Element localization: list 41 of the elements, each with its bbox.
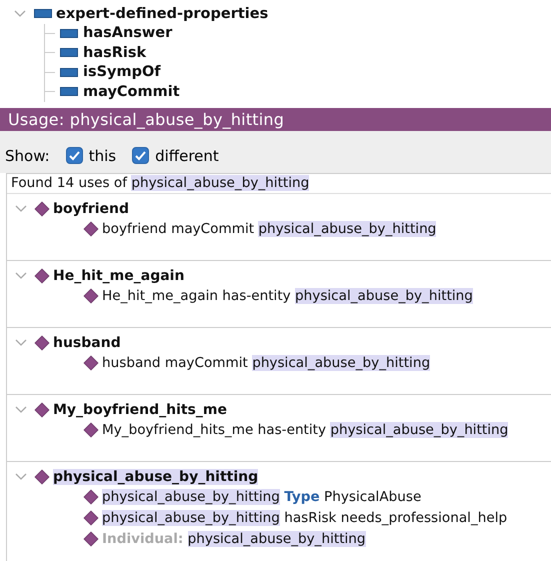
individual-icon xyxy=(34,268,50,284)
property-icon xyxy=(60,28,78,38)
individual-icon xyxy=(34,334,50,350)
checkbox[interactable] xyxy=(132,147,150,164)
show-label: Show: xyxy=(5,146,50,164)
checkbox[interactable] xyxy=(66,147,83,164)
usage-line: husband mayCommit physical_abuse_by_hitting xyxy=(102,355,430,371)
usage-header: Usage: physical_abuse_by_hitting xyxy=(0,108,551,130)
group-title[interactable]: physical_abuse_by_hitting xyxy=(53,468,258,484)
property-icon xyxy=(60,48,78,58)
tree-item[interactable]: hasAnswer xyxy=(83,25,172,42)
group-title[interactable]: My_boyfriend_hits_me xyxy=(53,402,227,418)
usage-line: physical_abuse_by_hitting hasRisk needs_professional_help xyxy=(102,510,508,526)
usage-line: physical_abuse_by_hitting Type PhysicalAbuse xyxy=(102,489,422,505)
individual-icon xyxy=(83,221,99,237)
individual-icon xyxy=(83,288,99,304)
usage-line: Individual: physical_abuse_by_hitting xyxy=(102,531,366,547)
tree-item[interactable]: isSympOf xyxy=(83,64,161,80)
property-icon xyxy=(60,68,78,77)
usage-line: boyfriend mayCommit physical_abuse_by_hitting xyxy=(102,221,436,237)
individual-icon xyxy=(83,531,99,547)
checkbox-label: different xyxy=(155,146,219,164)
individual-icon xyxy=(83,510,99,526)
individual-icon xyxy=(34,468,50,484)
usage-line: Found 14 uses of physical_abuse_by_hitting xyxy=(11,174,310,190)
individual-icon xyxy=(83,422,99,438)
usage-line: He_hit_me_again has-entity physical_abuse_by_hitting xyxy=(102,288,473,304)
property-icon xyxy=(60,87,78,96)
group-title[interactable]: boyfriend xyxy=(53,200,130,216)
group-title[interactable]: He_hit_me_again xyxy=(53,268,184,284)
individual-icon xyxy=(34,200,50,216)
tree-item[interactable]: mayCommit xyxy=(83,84,180,100)
individual-icon xyxy=(34,402,50,418)
individual-icon xyxy=(83,489,99,505)
property-icon xyxy=(34,9,52,18)
usage-line: My_boyfriend_hits_me has-entity physical_abuse_by_hitting xyxy=(102,422,508,438)
tree-item[interactable]: hasRisk xyxy=(83,44,146,61)
group-title[interactable]: husband xyxy=(53,334,121,350)
tree-item[interactable]: expert-defined-properties xyxy=(56,6,268,22)
individual-icon xyxy=(83,355,99,371)
checkbox-label: this xyxy=(88,146,116,164)
